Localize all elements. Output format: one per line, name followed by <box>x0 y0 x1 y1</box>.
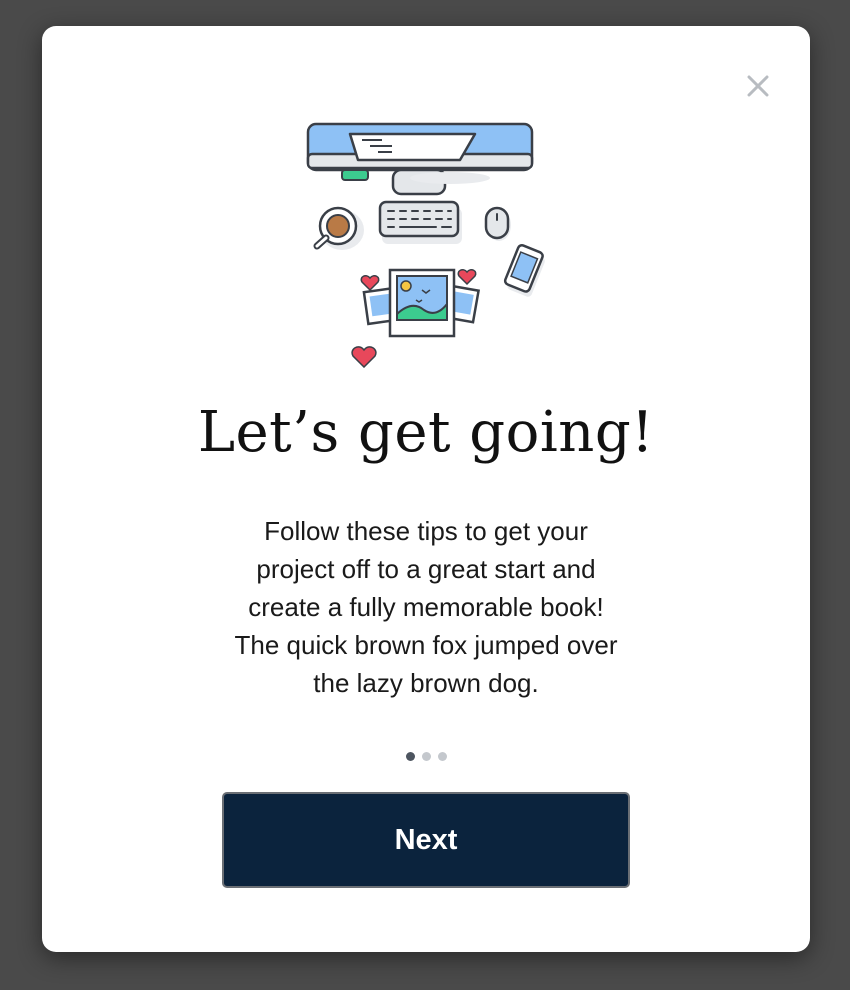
coffee-cup-icon <box>313 206 364 250</box>
close-icon <box>747 75 769 97</box>
modal-description: Follow these tips to get your project of… <box>234 516 618 698</box>
close-button[interactable] <box>742 70 774 102</box>
keyboard-icon <box>378 200 462 244</box>
next-button[interactable]: Next <box>222 792 630 888</box>
phone-icon <box>503 244 545 297</box>
pagination-dot-1[interactable] <box>405 752 415 761</box>
modal-title: Let’s get going! <box>197 400 655 465</box>
mouse-icon <box>484 206 511 241</box>
pagination-dot-3[interactable] <box>437 752 447 761</box>
photos-icon <box>362 268 481 338</box>
desk-workspace-illustration <box>306 122 545 368</box>
onboarding-modal: Let’s get going! Follow these tips to ge… <box>42 26 810 952</box>
monitor-icon <box>306 122 534 196</box>
pagination-dot-2[interactable] <box>421 752 431 761</box>
pagination-dots <box>42 752 810 762</box>
